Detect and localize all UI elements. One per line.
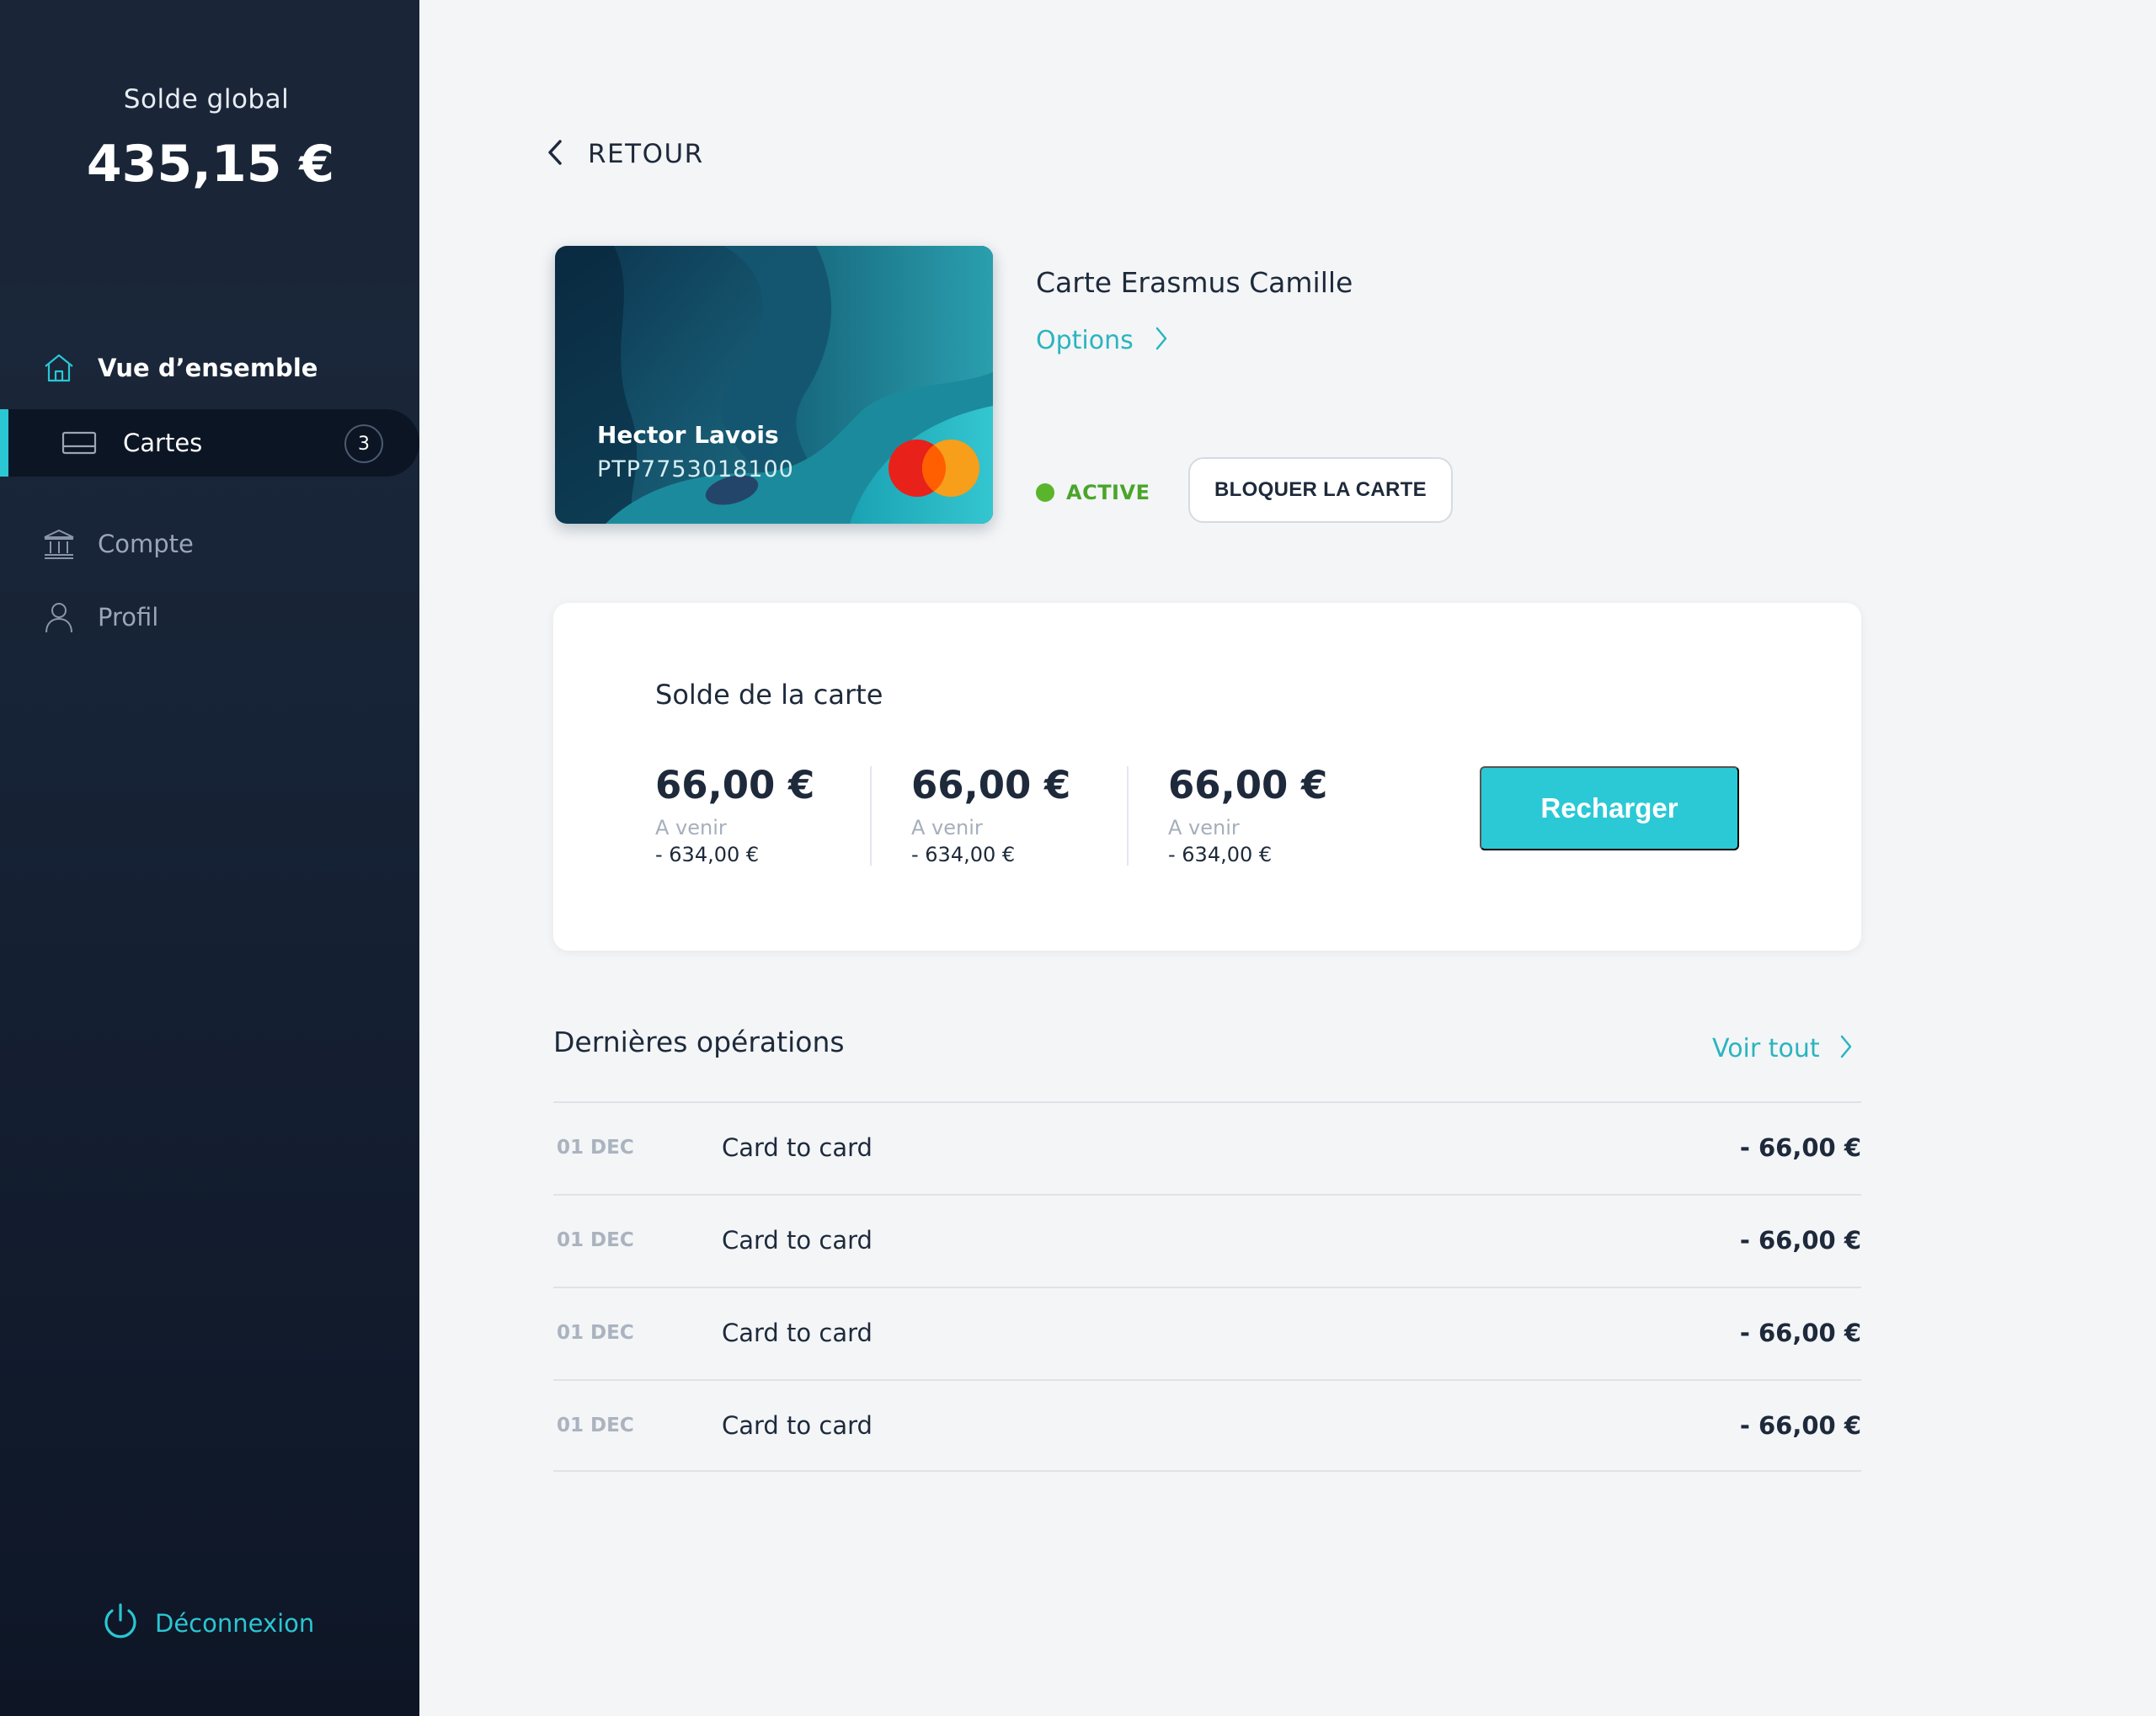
recharge-button[interactable]: Recharger [1480,766,1739,850]
options-label: Options [1036,325,1134,355]
card-options-link[interactable]: Options [1036,322,1167,359]
balance-sub-amount: - 634,00 € [911,843,1016,866]
balance-title: Solde de la carte [655,679,883,711]
balance-sub-label: A venir [655,816,727,839]
status-dot [1036,483,1054,502]
chevron-right-icon [1155,327,1167,354]
operation-date: 01 DEC [557,1415,634,1436]
mastercard-logo-icon [889,440,979,497]
operation-label: Card to card [722,1411,873,1440]
balance-sub-label: A venir [1168,816,1240,839]
operation-amount: - 66,00 € [1739,1133,1861,1162]
operation-row[interactable]: 01 DEC Card to card - 66,00 € [553,1194,1861,1287]
see-all-link[interactable]: Voir tout [1712,1027,1852,1069]
global-balance-label: Solde global [123,84,290,115]
balance-sub-label: A venir [911,816,983,839]
balance-amount: 66,00 € [1168,763,1328,807]
card-icon [61,424,98,461]
operation-label: Card to card [722,1226,873,1255]
balance-column: 66,00 € A venir - 634,00 € [1168,763,1327,866]
divider [870,766,872,866]
status-label: ACTIVE [1066,481,1150,504]
chevron-right-icon [1840,1035,1852,1062]
sidebar: Solde global 435,15 € Vue d’ensemble Car… [0,0,419,1716]
card-balance-panel: Solde de la carte 66,00 € A venir - 634,… [553,603,1861,951]
logout-button[interactable]: Déconnexion [101,1600,314,1647]
operation-label: Card to card [722,1133,873,1162]
chevron-left-icon [547,139,563,169]
power-icon [101,1601,140,1645]
home-icon [40,349,77,386]
card-title: Carte Erasmus Camille [1036,266,1353,299]
divider [1127,766,1129,866]
sidebar-item-label: Compte [98,530,194,558]
operation-amount: - 66,00 € [1739,1411,1861,1440]
balance-amount: 66,00 € [911,763,1071,807]
operation-amount: - 66,00 € [1739,1226,1861,1255]
logout-label: Déconnexion [155,1609,315,1638]
operation-label: Card to card [722,1319,873,1347]
back-button[interactable]: RETOUR [547,133,704,175]
operation-date: 01 DEC [557,1137,634,1159]
sidebar-item-cards[interactable]: Cartes 3 [0,409,419,477]
sidebar-item-account[interactable]: Compte [0,510,419,578]
sidebar-item-label: Vue d’ensemble [98,354,318,382]
sidebar-item-label: Profil [98,603,159,632]
operation-date: 01 DEC [557,1322,634,1344]
operation-row[interactable]: 01 DEC Card to card - 66,00 € [553,1287,1861,1379]
user-icon [40,599,77,636]
sidebar-item-overview[interactable]: Vue d’ensemble [0,334,419,402]
card-status: ACTIVE [1036,476,1150,509]
bank-icon [40,525,77,562]
balance-sub-amount: - 634,00 € [1168,843,1273,866]
card-number: PTP7753018100 [597,456,794,482]
cards-count-badge: 3 [344,424,383,463]
sidebar-item-label: Cartes [123,429,203,457]
card-holder-name: Hector Lavois [597,421,779,449]
balance-column: 66,00 € A venir - 634,00 € [911,763,1070,866]
balance-column: 66,00 € A venir - 634,00 € [655,763,814,866]
operations-list: 01 DEC Card to card - 66,00 € 01 DEC Car… [553,1101,1861,1472]
sidebar-item-profile[interactable]: Profil [0,584,419,651]
global-balance-amount: 435,15 € [86,135,335,194]
see-all-label: Voir tout [1712,1033,1820,1063]
operations-title: Dernières opérations [553,1026,845,1058]
operation-date: 01 DEC [557,1229,634,1251]
balance-sub-amount: - 634,00 € [655,843,760,866]
block-card-button[interactable]: BLOQUER LA CARTE [1188,457,1453,523]
back-label: RETOUR [588,139,704,169]
card-image: Hector Lavois PTP7753018100 [555,246,993,524]
balance-amount: 66,00 € [655,763,815,807]
global-balance-panel: Solde global 435,15 € [0,0,419,285]
operation-amount: - 66,00 € [1739,1319,1861,1347]
operation-row[interactable]: 01 DEC Card to card - 66,00 € [553,1101,1861,1194]
operation-row[interactable]: 01 DEC Card to card - 66,00 € [553,1379,1861,1472]
